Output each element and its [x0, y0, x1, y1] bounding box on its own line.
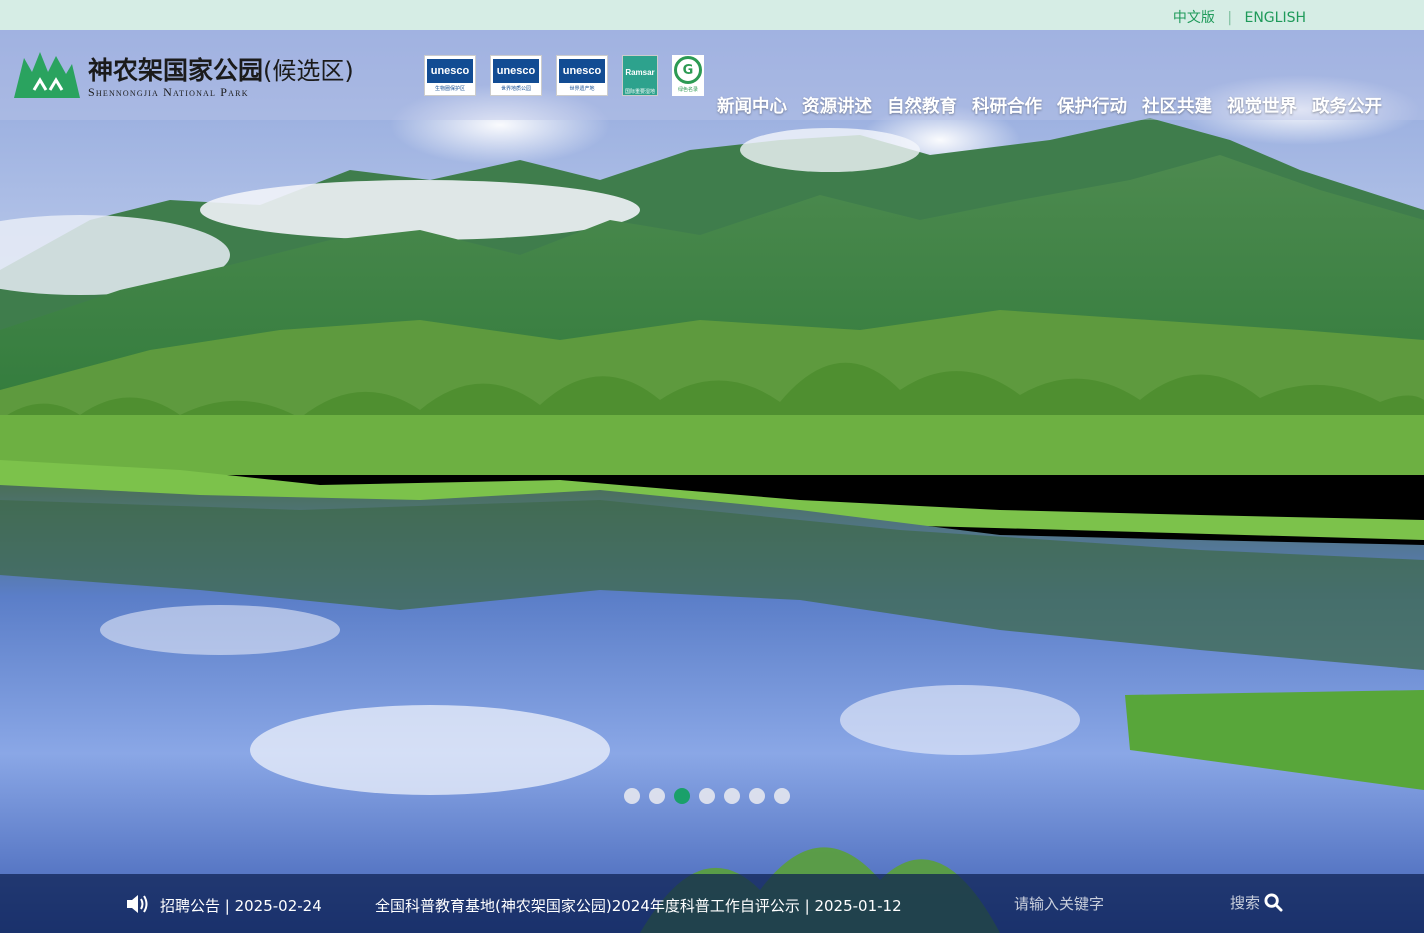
main-nav: 新闻中心 资源讲述 自然教育 科研合作 保护行动 社区共建 视觉世界 政务公开 — [717, 93, 1382, 118]
slider-dot[interactable] — [749, 788, 765, 804]
nav-item-nature-education[interactable]: 自然教育 — [887, 93, 957, 118]
badge-caption: 绿色名录 — [677, 87, 698, 93]
slider-dot[interactable] — [624, 788, 640, 804]
badge-caption: 世界遗产地 — [569, 86, 595, 92]
notice-bar: 招聘公告 | 2025-02-24 全国科普教育基地(神农架国家公园)2024年… — [0, 874, 1424, 933]
site-logo[interactable]: 神农架国家公园(候选区) Shennongjia National Park — [14, 50, 354, 100]
language-separator: | — [1227, 10, 1233, 26]
site-name-cn: 神农架国家公园(候选区) — [88, 51, 354, 87]
language-switcher: 中文版 | ENGLISH — [1173, 7, 1306, 27]
nav-item-news[interactable]: 新闻中心 — [717, 93, 787, 118]
slider-dot-active[interactable] — [674, 788, 690, 804]
badge-label: G — [674, 56, 702, 84]
badge-caption: 国际重要湿地 — [624, 89, 655, 95]
slider-pagination — [624, 788, 790, 804]
unesco-heritage-icon[interactable]: unesco 世界遗产地 — [556, 55, 608, 96]
badge-label: unesco — [493, 59, 539, 83]
badge-label: unesco — [559, 59, 605, 83]
certification-badges: unesco 生物圈保护区 unesco 世界地质公园 unesco 世界遗产地… — [424, 55, 704, 96]
badge-caption: 生物圈保护区 — [434, 86, 465, 92]
notice-item[interactable]: 招聘公告 | 2025-02-24 — [160, 895, 322, 916]
speaker-icon — [127, 895, 148, 913]
language-bar: 中文版 | ENGLISH — [0, 0, 1424, 30]
search-input[interactable] — [1012, 888, 1226, 920]
slider-dot[interactable] — [649, 788, 665, 804]
mountain-logo-icon — [14, 52, 80, 98]
slider-dot[interactable] — [774, 788, 790, 804]
chinese-version-link[interactable]: 中文版 — [1173, 10, 1215, 26]
notice-item[interactable]: 全国科普教育基地(神农架国家公园)2024年度科普工作自评公示 | 2025-0… — [375, 895, 902, 916]
site-name-suffix: (候选区) — [263, 56, 354, 85]
unesco-biosphere-icon[interactable]: unesco 生物圈保护区 — [424, 55, 476, 96]
search-button[interactable]: 搜索 — [1230, 892, 1283, 913]
nav-item-community[interactable]: 社区共建 — [1142, 93, 1212, 118]
english-version-link[interactable]: ENGLISH — [1244, 10, 1306, 26]
site-name-main: 神农架国家公园 — [88, 55, 264, 85]
ramsar-icon[interactable]: Ramsar 国际重要湿地 — [622, 55, 658, 96]
slider-dot[interactable] — [699, 788, 715, 804]
nav-item-conservation[interactable]: 保护行动 — [1057, 93, 1127, 118]
green-list-icon[interactable]: G 绿色名录 — [672, 55, 704, 96]
unesco-geopark-icon[interactable]: unesco 世界地质公园 — [490, 55, 542, 96]
slider-dot[interactable] — [724, 788, 740, 804]
nav-item-government[interactable]: 政务公开 — [1312, 93, 1382, 118]
site-header: 神农架国家公园(候选区) Shennongjia National Park u… — [0, 30, 1424, 120]
nav-item-visual-world[interactable]: 视觉世界 — [1227, 93, 1297, 118]
badge-caption: 世界地质公园 — [500, 86, 531, 92]
search-button-label: 搜索 — [1230, 894, 1261, 912]
search-icon — [1264, 893, 1283, 912]
nav-item-research[interactable]: 科研合作 — [972, 93, 1042, 118]
badge-label: unesco — [427, 59, 473, 83]
badge-label: Ramsar — [625, 59, 655, 86]
nav-item-resources[interactable]: 资源讲述 — [802, 93, 872, 118]
site-name-en: Shennongjia National Park — [88, 84, 249, 99]
